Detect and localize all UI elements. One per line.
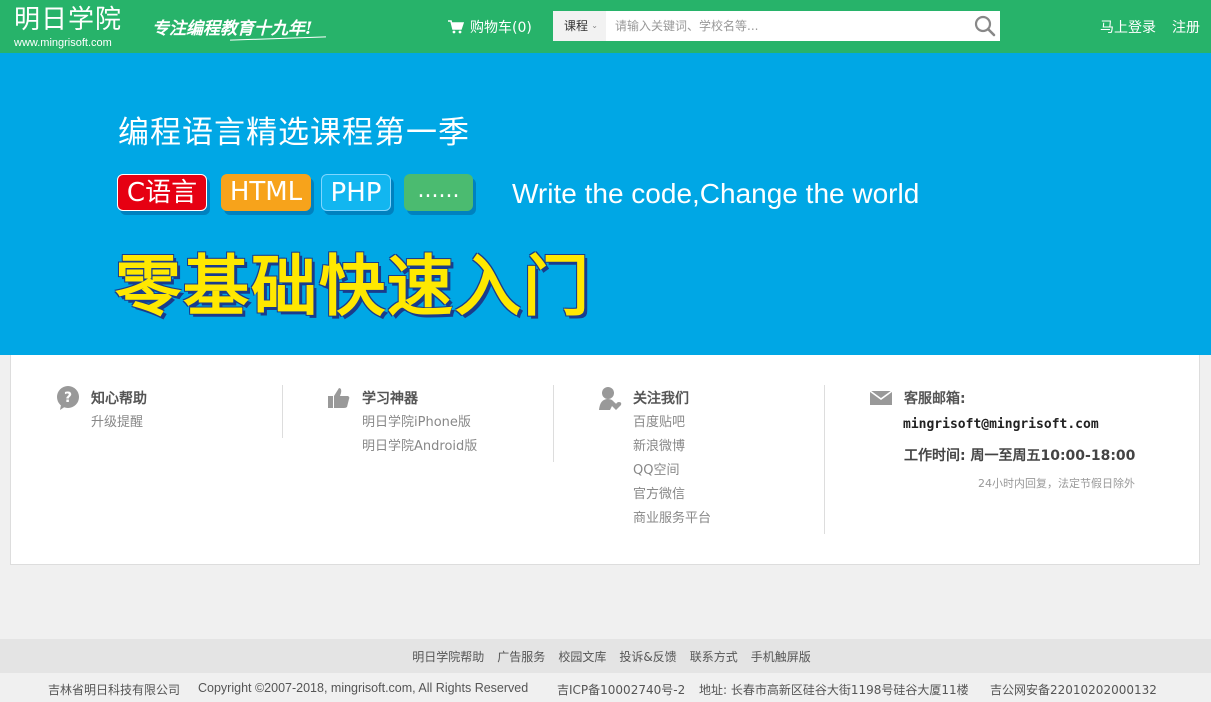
footer-link-contact[interactable]: 联系方式	[690, 648, 738, 665]
footer-link-feedback[interactable]: 投诉&反馈	[619, 648, 676, 665]
promo-banner[interactable]: 编程语言精选课程第一季 C语言 HTML PHP ...... Write th…	[0, 53, 1211, 355]
tools-item-android[interactable]: 明日学院Android版	[362, 435, 477, 459]
follow-item-tieba[interactable]: 百度贴吧	[633, 411, 711, 435]
footer-icp[interactable]: 吉ICP备10002740号-2	[557, 681, 685, 698]
service-hours: 工作时间: 周一至周五10:00-18:00	[904, 448, 1136, 464]
follow-item-business[interactable]: 商业服务平台	[633, 507, 711, 531]
slogan: 专注编程教育十九年!	[152, 19, 313, 39]
footer-link-mobile[interactable]: 手机触屏版	[751, 648, 811, 665]
banner-title: 编程语言精选课程第一季	[118, 115, 470, 151]
tools-item-iphone[interactable]: 明日学院iPhone版	[362, 411, 477, 435]
register-link[interactable]: 注册	[1172, 17, 1200, 37]
footer-company: 吉林省明日科技有限公司	[48, 683, 181, 697]
chevron-down-icon: ⌄	[591, 21, 598, 30]
banner-tag-php: PHP	[321, 174, 391, 211]
search-category-label: 课程	[564, 19, 589, 33]
user-heart-icon	[599, 387, 622, 410]
mail-icon	[869, 390, 893, 405]
question-icon: ?	[57, 386, 79, 410]
help-title: 知心帮助	[91, 391, 147, 407]
top-header: 明日学院 www.mingrisoft.com 专注编程教育十九年! 购物车(0…	[0, 0, 1211, 53]
help-item-upgrade[interactable]: 升级提醒	[91, 411, 147, 435]
footer-links: 明日学院帮助 广告服务 校园文库 投诉&反馈 联系方式 手机触屏版	[0, 639, 1211, 673]
service-title: 客服邮箱:	[904, 391, 966, 407]
cart-icon	[448, 20, 464, 34]
footer-link-ads[interactable]: 广告服务	[497, 648, 545, 665]
cart-link[interactable]: 购物车(0)	[448, 17, 532, 37]
follow-item-weibo[interactable]: 新浪微博	[633, 435, 711, 459]
service-column: 客服邮箱:	[869, 385, 966, 411]
follow-item-qzone[interactable]: QQ空间	[633, 459, 711, 483]
info-panel: ? 知心帮助 升级提醒 学习神器 明日学院iPhone版 明日学院Android…	[10, 355, 1200, 565]
banner-tag-html: HTML	[221, 174, 311, 211]
thumbs-up-icon	[328, 388, 350, 408]
service-note: 24小时内回复，法定节假日除外	[978, 477, 1135, 490]
logo-url: www.mingrisoft.com	[14, 37, 112, 49]
site-logo[interactable]: 明日学院 www.mingrisoft.com	[14, 4, 122, 49]
footer-address: 地址: 长春市高新区硅谷大街1198号硅谷大厦11楼	[699, 683, 969, 697]
banner-headline: 零基础快速入门	[115, 248, 591, 325]
search-input[interactable]	[615, 16, 955, 36]
footer-link-help[interactable]: 明日学院帮助	[412, 648, 484, 665]
search-icon[interactable]	[974, 15, 996, 37]
search-category-select[interactable]: 课程 ⌄	[553, 11, 606, 41]
search-bar: 课程 ⌄	[553, 11, 1000, 41]
footer-copyright: Copyright ©2007-2018, mingrisoft.com, Al…	[198, 681, 529, 695]
banner-tag-c: C语言	[117, 174, 207, 211]
logo-text: 明日学院	[14, 5, 123, 35]
footer-police-record[interactable]: 吉公网安备22010202000132	[990, 681, 1157, 698]
footer-link-library[interactable]: 校园文库	[558, 648, 606, 665]
divider	[824, 385, 825, 534]
banner-tag-more: ......	[404, 174, 473, 211]
follow-title: 关注我们	[633, 391, 689, 407]
login-link[interactable]: 马上登录	[1100, 17, 1156, 37]
tools-title: 学习神器	[362, 391, 418, 407]
footer-info: 吉林省明日科技有限公司 Copyright ©2007-2018, mingri…	[0, 673, 1211, 702]
help-column: ? 知心帮助 升级提醒	[56, 385, 147, 435]
tools-column: 学习神器 明日学院iPhone版 明日学院Android版	[327, 385, 477, 459]
follow-column: 关注我们 百度贴吧 新浪微博 QQ空间 官方微信 商业服务平台	[598, 385, 711, 531]
cart-label: 购物车(0)	[470, 20, 532, 36]
divider	[282, 385, 283, 438]
follow-item-wechat[interactable]: 官方微信	[633, 483, 711, 507]
service-email[interactable]: mingrisoft@mingrisoft.com	[903, 417, 1099, 432]
divider	[553, 385, 554, 462]
svg-text:?: ?	[64, 390, 72, 406]
banner-motto: Write the code,Change the world	[512, 178, 920, 209]
